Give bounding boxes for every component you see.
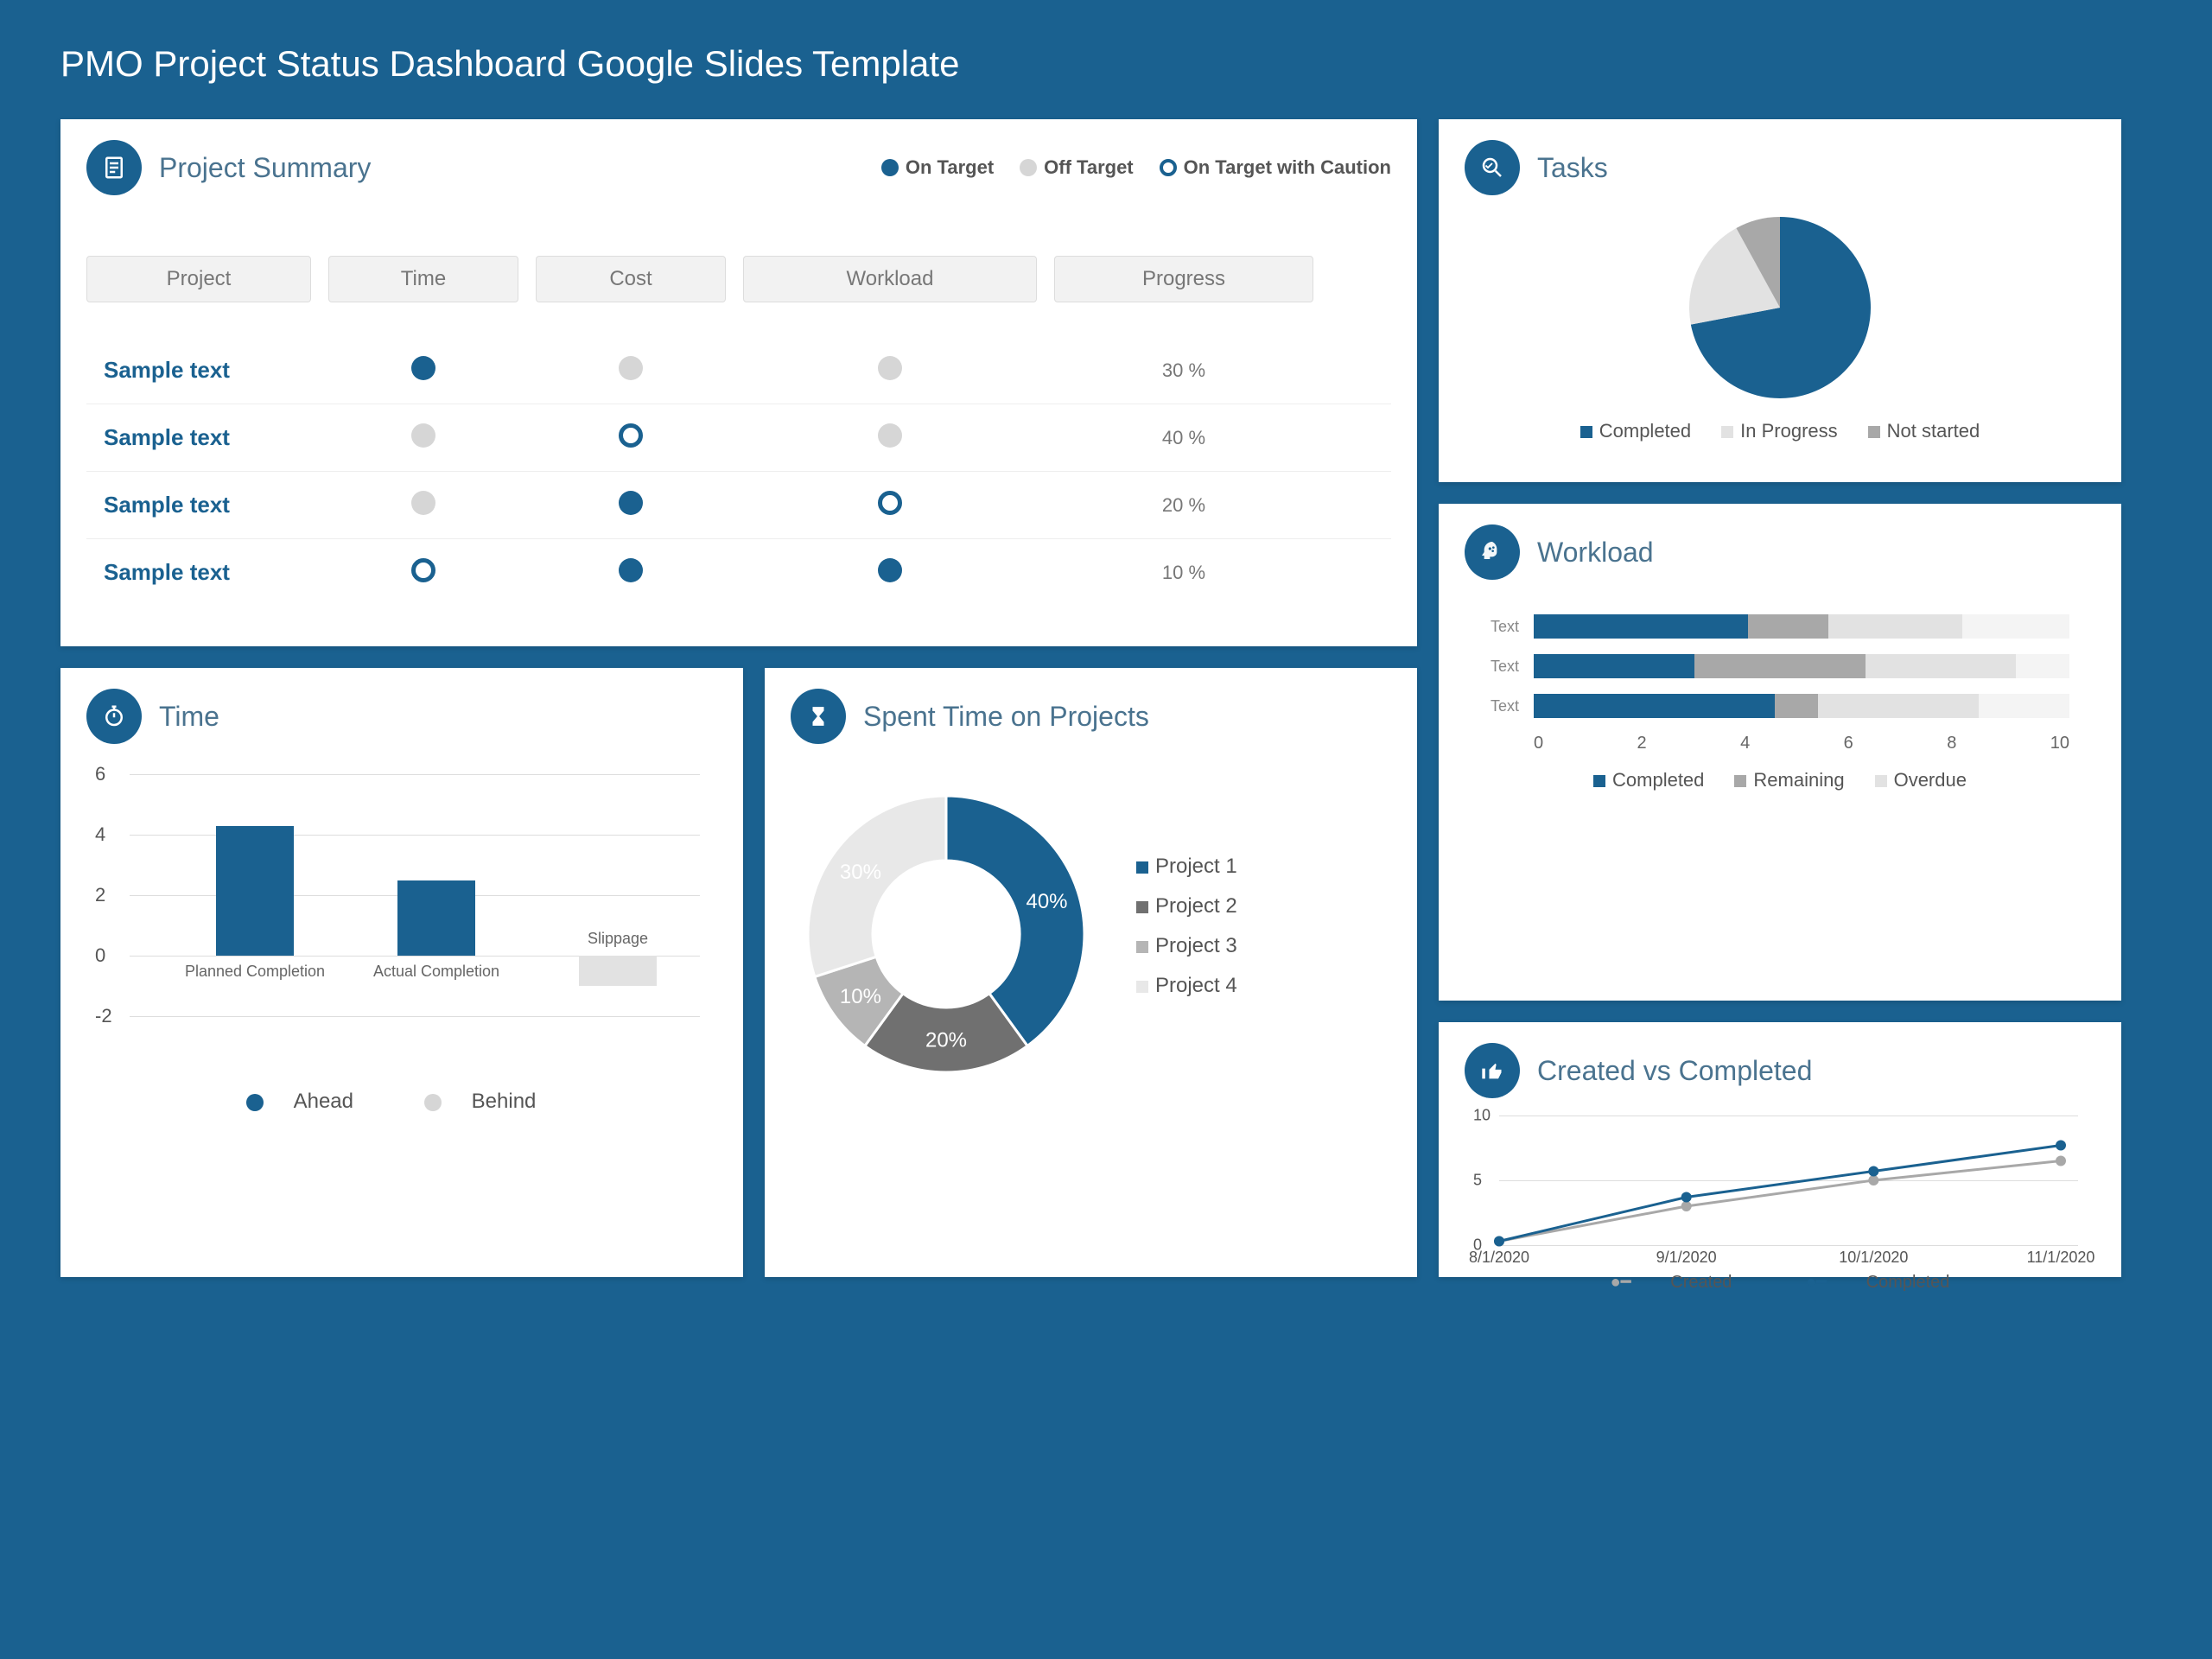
- page-title: PMO Project Status Dashboard Google Slid…: [60, 43, 2152, 85]
- time-card: Time 6 4 2 0 -2Planned CompletionActual …: [60, 668, 743, 1277]
- status-cost: [536, 558, 726, 587]
- hourglass-icon: [791, 689, 846, 744]
- time-title: Time: [159, 701, 219, 733]
- col-project: Project: [86, 256, 311, 302]
- workload-row: Text: [1491, 654, 2069, 678]
- col-time: Time: [328, 256, 518, 302]
- workload-row: Text: [1491, 694, 2069, 718]
- tasks-title: Tasks: [1537, 152, 1608, 184]
- thumbs-up-icon: [1465, 1043, 1520, 1098]
- status-workload: [743, 558, 1037, 587]
- progress-value: 30 %: [1054, 359, 1313, 382]
- summary-row: Sample text 10 %: [86, 539, 1391, 606]
- status-time: [328, 423, 518, 452]
- created-card: Created vs Completed 10508/1/20209/1/202…: [1439, 1022, 2121, 1277]
- workload-title: Workload: [1537, 537, 1654, 569]
- summary-row: Sample text 20 %: [86, 472, 1391, 539]
- svg-text:30%: 30%: [840, 861, 881, 884]
- svg-text:40%: 40%: [1026, 890, 1067, 913]
- col-cost: Cost: [536, 256, 726, 302]
- search-icon: [1465, 140, 1520, 195]
- status-time: [328, 558, 518, 587]
- status-workload: [743, 423, 1037, 452]
- status-time: [328, 491, 518, 519]
- svg-text:20%: 20%: [925, 1029, 967, 1052]
- tasks-card: Tasks Completed In Progress Not started: [1439, 119, 2121, 482]
- document-icon: [86, 140, 142, 195]
- project-name: Sample text: [86, 424, 311, 451]
- project-name: Sample text: [86, 492, 311, 518]
- status-cost: [536, 356, 726, 385]
- status-workload: [743, 491, 1037, 519]
- status-cost: [536, 491, 726, 519]
- summary-card: Project Summary On Target Off Target On …: [60, 119, 1417, 646]
- created-line-chart: 10508/1/20209/1/202010/1/202011/1/2020: [1499, 1116, 2078, 1245]
- svg-text:10%: 10%: [840, 985, 881, 1008]
- workload-row: Text: [1491, 614, 2069, 639]
- status-time: [328, 356, 518, 385]
- workload-card: Workload Text Text Tex: [1439, 504, 2121, 1001]
- summary-title: Project Summary: [159, 152, 371, 184]
- progress-value: 10 %: [1054, 562, 1313, 584]
- summary-legend: On Target Off Target On Target with Caut…: [881, 156, 1391, 179]
- summary-row: Sample text 30 %: [86, 337, 1391, 404]
- time-bar-chart: 6 4 2 0 -2Planned CompletionActual Compl…: [86, 774, 717, 1077]
- project-name: Sample text: [86, 357, 311, 384]
- tasks-pie-chart: [1685, 213, 1875, 403]
- stopwatch-icon: [86, 689, 142, 744]
- progress-value: 20 %: [1054, 494, 1313, 517]
- project-name: Sample text: [86, 559, 311, 586]
- head-gear-icon: [1465, 524, 1520, 580]
- created-title: Created vs Completed: [1537, 1055, 1812, 1087]
- status-workload: [743, 356, 1037, 385]
- col-progress: Progress: [1054, 256, 1313, 302]
- spent-title: Spent Time on Projects: [863, 701, 1149, 733]
- summary-row: Sample text 40 %: [86, 404, 1391, 472]
- spent-card: Spent Time on Projects 40%20%10%30% Proj…: [765, 668, 1417, 1277]
- spent-donut-chart: 40% 20% 10% 30%: [791, 779, 1102, 1090]
- col-workload: Workload: [743, 256, 1037, 302]
- status-cost: [536, 423, 726, 452]
- progress-value: 40 %: [1054, 427, 1313, 449]
